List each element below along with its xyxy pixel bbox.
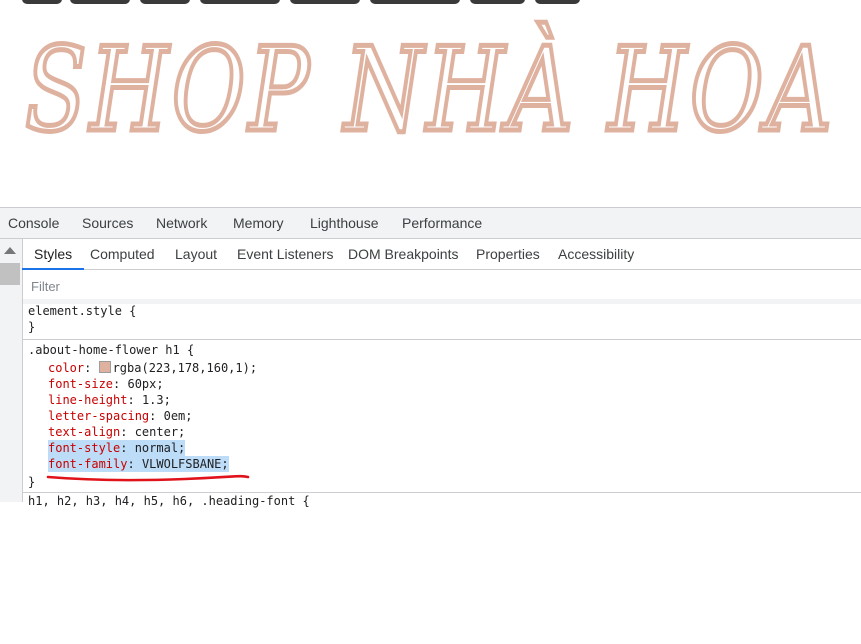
page-preview: SHOP NHÀ HOA [0,0,861,207]
decl-prop: line-height [48,393,128,407]
red-underline-annotation [46,474,250,482]
decl-value: 0em; [163,409,193,423]
decl-letter-spacing[interactable]: letter-spacing: 0em; [48,408,193,424]
decl-value: center; [134,425,186,439]
styles-sub-tabs: Styles Computed Layout Event Listeners D… [21,239,861,270]
tab-memory[interactable]: Memory [233,208,284,238]
tab-event-listeners[interactable]: Event Listeners [237,239,334,269]
elements-panel-strip [0,239,23,502]
tab-layout[interactable]: Layout [175,239,217,269]
tab-dom-breakpoints[interactable]: DOM Breakpoints [348,239,458,269]
tab-network[interactable]: Network [156,208,207,238]
decl-value: 1.3; [141,393,171,407]
decl-text-align[interactable]: text-align: center; [48,424,185,440]
decl-value: VLWOLFSBANE; [141,457,229,471]
decl-value: 60px; [127,377,164,391]
next-rule-selector[interactable]: h1, h2, h3, h4, h5, h6, .heading-font { [28,493,310,509]
element-style-rule: element.style { } [23,301,861,340]
shop-title: SHOP NHÀ HOA [0,12,861,162]
element-style-selector[interactable]: element.style { [28,303,136,319]
tab-performance[interactable]: Performance [402,208,482,238]
decl-prop: font-family [48,457,128,471]
tab-accessibility[interactable]: Accessibility [558,239,634,269]
decl-font-size[interactable]: font-size: 60px; [48,376,164,392]
styles-filter-input[interactable] [29,274,333,298]
tab-computed[interactable]: Computed [90,239,155,269]
scrollbar-thumb[interactable] [0,263,20,285]
filter-bar [23,270,861,304]
decl-font-style[interactable]: font-style: normal; [48,440,186,456]
rule-selector[interactable]: .about-home-flower h1 { [28,342,194,358]
decl-prop: text-align [48,425,121,439]
tab-sources[interactable]: Sources [82,208,133,238]
scroll-up-icon[interactable] [4,247,16,254]
decl-prop: letter-spacing [48,409,150,423]
devtools-main-tabs: Console Sources Network Memory Lighthous… [0,208,861,239]
shop-title-text: SHOP NHÀ HOA [25,22,835,158]
rule-close: } [28,475,36,489]
tab-properties[interactable]: Properties [476,239,540,269]
decl-value: rgba(223,178,160,1); [112,361,258,375]
decl-prop: color [48,361,85,375]
element-style-close: } [28,320,36,334]
tab-console[interactable]: Console [8,208,59,238]
tab-styles[interactable]: Styles [21,239,85,270]
decl-prop: font-size [48,377,114,391]
color-swatch[interactable] [98,361,111,373]
cropped-text-line [0,0,861,6]
decl-prop: font-style [48,441,121,455]
decl-color[interactable]: color: rgba(223,178,160,1); [48,360,257,376]
decl-line-height[interactable]: line-height: 1.3; [48,392,171,408]
devtools-panel: Console Sources Network Memory Lighthous… [0,207,861,508]
tab-lighthouse[interactable]: Lighthouse [310,208,379,238]
decl-value: normal; [134,441,186,455]
